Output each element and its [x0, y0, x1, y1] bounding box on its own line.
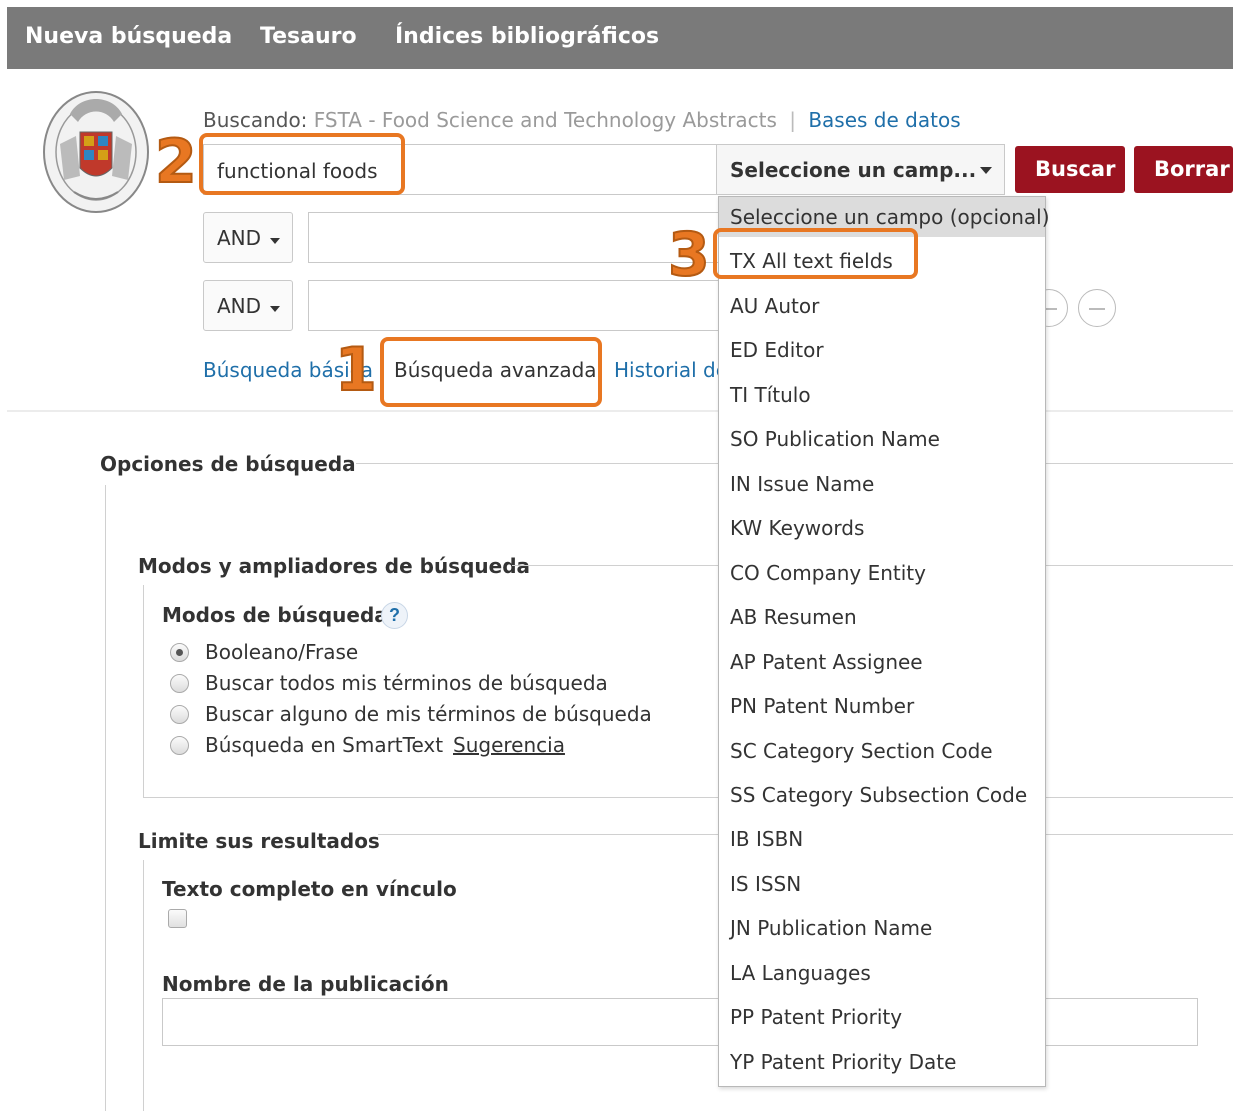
- remove-row-icon[interactable]: [1078, 289, 1116, 327]
- fieldset-border: [105, 485, 106, 1111]
- dropdown-option-label: IN Issue Name: [730, 472, 875, 496]
- dropdown-option[interactable]: TI Título: [719, 375, 1045, 415]
- help-icon[interactable]: ?: [381, 602, 408, 629]
- dropdown-option-label: SC Category Section Code: [730, 739, 993, 763]
- annotation-number-2: 2: [154, 127, 198, 197]
- search-modes-label: Modos de búsqueda: [162, 603, 388, 627]
- fulltext-label: Texto completo en vínculo: [162, 877, 457, 901]
- dropdown-option-label: IB ISBN: [730, 827, 804, 851]
- annotation-number-3: 3: [667, 220, 711, 290]
- radio-all-terms-label: Buscar todos mis términos de búsqueda: [205, 671, 608, 695]
- radio-boolean-label: Booleano/Frase: [205, 640, 359, 664]
- search-button[interactable]: Buscar: [1015, 146, 1125, 193]
- field-select-value: Seleccione un camp...: [730, 158, 977, 182]
- nav-thesaurus[interactable]: Tesauro: [260, 24, 357, 49]
- dropdown-option-label: AB Resumen: [730, 605, 857, 629]
- dropdown-option-label: SS Category Subsection Code: [730, 783, 1028, 807]
- radio-smarttext-label: Búsqueda en SmartText: [205, 733, 444, 757]
- dropdown-option-label: PN Patent Number: [730, 694, 915, 718]
- dropdown-option-label: ED Editor: [730, 338, 824, 362]
- dropdown-option-label: TI Título: [730, 383, 811, 407]
- limit-results-title: Limite sus resultados: [138, 829, 380, 853]
- dropdown-option[interactable]: PP Patent Priority: [719, 997, 1045, 1037]
- search-options-title[interactable]: Opciones de búsqueda: [100, 452, 356, 476]
- caret-down-icon: [270, 238, 280, 244]
- radio-any-terms-label: Buscar alguno de mis términos de búsqued…: [205, 702, 652, 726]
- separator: |: [789, 108, 796, 132]
- clear-button-label: Borrar: [1154, 157, 1230, 181]
- dropdown-option[interactable]: AU Autor: [719, 286, 1045, 326]
- dropdown-option[interactable]: LA Languages: [719, 953, 1045, 993]
- search-button-label: Buscar: [1035, 157, 1116, 181]
- annotation-box-2: [199, 133, 405, 195]
- dropdown-option[interactable]: ED Editor: [719, 330, 1045, 370]
- nav-bibliographic-indexes[interactable]: Índices bibliográficos: [395, 24, 659, 49]
- dropdown-option-label: CO Company Entity: [730, 561, 926, 585]
- radio-boolean[interactable]: [170, 643, 189, 662]
- divider: [7, 410, 1233, 412]
- search-input-row-3[interactable]: [308, 280, 728, 331]
- annotation-number-1: 1: [334, 335, 378, 405]
- dropdown-option-label: LA Languages: [730, 961, 871, 985]
- field-select[interactable]: Seleccione un camp...: [716, 144, 1005, 195]
- dropdown-option-label: PP Patent Priority: [730, 1005, 903, 1029]
- dropdown-option-label: YP Patent Priority Date: [730, 1050, 957, 1074]
- dropdown-option[interactable]: JN Publication Name: [719, 908, 1045, 948]
- dropdown-option[interactable]: YP Patent Priority Date: [719, 1042, 1045, 1082]
- dropdown-option-label: SO Publication Name: [730, 427, 940, 451]
- annotation-box-1: [380, 337, 602, 407]
- top-nav-bar: Nueva búsqueda Tesauro Índices bibliográ…: [7, 7, 1233, 69]
- field-dropdown-list: Seleccione un campo (opcional) TX All te…: [718, 196, 1050, 1087]
- dropdown-option-label: JN Publication Name: [730, 916, 933, 940]
- radio-smarttext[interactable]: [170, 736, 189, 755]
- radio-any-terms[interactable]: [170, 705, 189, 724]
- operator-dropdown-row-2[interactable]: AND: [203, 212, 293, 263]
- fulltext-checkbox[interactable]: [168, 909, 187, 928]
- fieldset-border: [143, 860, 144, 1111]
- suggestion-link[interactable]: Sugerencia: [453, 733, 565, 757]
- dropdown-option-label: Seleccione un campo (opcional): [730, 205, 1050, 229]
- radio-all-terms[interactable]: [170, 674, 189, 693]
- dropdown-option[interactable]: SS Category Subsection Code: [719, 775, 1045, 815]
- dropdown-option-label: KW Keywords: [730, 516, 865, 540]
- operator-dropdown-row-3[interactable]: AND: [203, 280, 293, 331]
- dropdown-option-label: IS ISSN: [730, 872, 802, 896]
- search-input-row-2[interactable]: [308, 212, 728, 263]
- dropdown-option[interactable]: SC Category Section Code: [719, 731, 1045, 771]
- clear-button[interactable]: Borrar: [1134, 146, 1233, 193]
- dropdown-option[interactable]: CO Company Entity: [719, 553, 1045, 593]
- dropdown-option[interactable]: IN Issue Name: [719, 464, 1045, 504]
- searching-label: Buscando:: [203, 108, 308, 132]
- database-name: FSTA - Food Science and Technology Abstr…: [313, 108, 777, 132]
- caret-down-icon: [980, 167, 992, 174]
- dropdown-option[interactable]: PN Patent Number: [719, 686, 1045, 726]
- dropdown-option-label: AP Patent Assignee: [730, 650, 923, 674]
- dropdown-option[interactable]: IB ISBN: [719, 819, 1045, 859]
- dropdown-option[interactable]: KW Keywords: [719, 508, 1045, 548]
- fieldset-border: [143, 797, 1233, 798]
- nav-new-search[interactable]: Nueva búsqueda: [25, 24, 232, 49]
- operator-label: AND: [217, 294, 262, 318]
- operator-label: AND: [217, 226, 262, 250]
- caret-down-icon: [270, 306, 280, 312]
- dropdown-option[interactable]: AB Resumen: [719, 597, 1045, 637]
- publication-name-label: Nombre de la publicación: [162, 972, 449, 996]
- university-seal-logo: [43, 91, 149, 213]
- dropdown-option[interactable]: SO Publication Name: [719, 419, 1045, 459]
- fieldset-border: [143, 585, 144, 797]
- databases-link[interactable]: Bases de datos: [808, 108, 960, 132]
- dropdown-option[interactable]: IS ISSN: [719, 864, 1045, 904]
- annotation-box-3: [713, 228, 918, 279]
- modes-section-title: Modos y ampliadores de búsqueda: [138, 554, 531, 578]
- dropdown-option[interactable]: AP Patent Assignee: [719, 642, 1045, 682]
- searching-line: Buscando: FSTA - Food Science and Techno…: [203, 108, 961, 132]
- dropdown-option-label: AU Autor: [730, 294, 820, 318]
